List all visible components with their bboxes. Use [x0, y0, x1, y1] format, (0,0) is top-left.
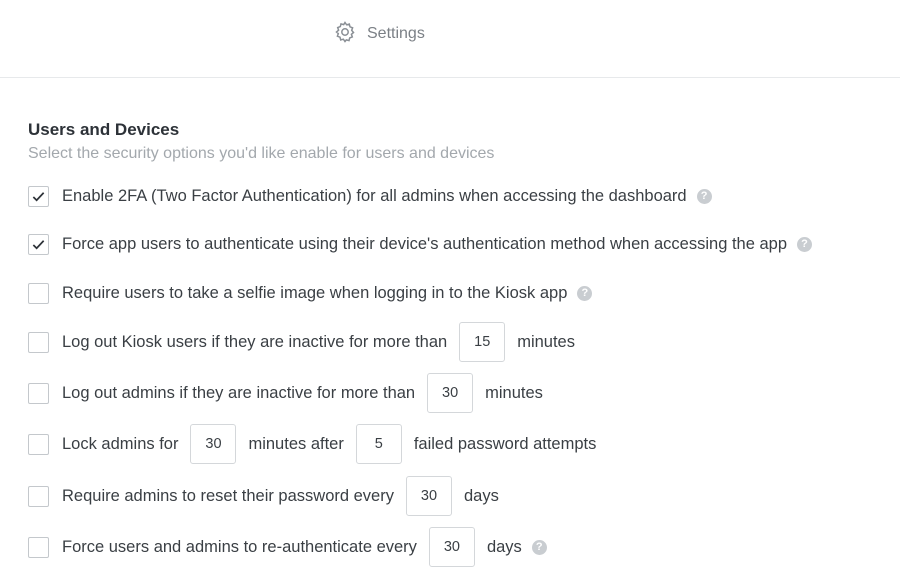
option-label-middle: minutes after — [248, 434, 344, 453]
option-label: Require admins to reset their password e… — [62, 486, 394, 505]
help-icon[interactable]: ? — [797, 236, 813, 252]
kiosk-inactive-minutes-input[interactable]: 15 — [459, 322, 506, 362]
option-kiosk-inactive-logout: Log out Kiosk users if they are inactive… — [28, 320, 575, 364]
help-icon[interactable]: ? — [696, 188, 712, 204]
option-unit: days — [486, 537, 522, 556]
header-title: Settings — [367, 25, 425, 42]
option-label: Force app users to authenticate using th… — [62, 234, 788, 253]
option-reauthenticate: Force users and admins to re-authenticat… — [28, 525, 547, 569]
option-password-reset: Require admins to reset their password e… — [28, 474, 499, 518]
option-unit: minutes — [517, 332, 575, 351]
section-title: Users and Devices — [28, 120, 180, 139]
option-device-auth: Force app users to authenticate using th… — [28, 222, 813, 266]
password-reset-days-input[interactable]: 30 — [405, 476, 452, 516]
lock-minutes-input[interactable]: 30 — [190, 424, 237, 464]
option-unit: days — [463, 486, 499, 505]
failed-attempts-input[interactable]: 5 — [355, 424, 402, 464]
checkbox-reauthenticate[interactable] — [28, 536, 49, 558]
option-label: Require users to take a selfie image whe… — [62, 283, 568, 302]
checkbox-kiosk-selfie[interactable] — [28, 282, 49, 304]
top-header: Settings — [0, 0, 900, 78]
admin-inactive-minutes-input[interactable]: 30 — [427, 373, 474, 413]
checkbox-kiosk-inactive-logout[interactable] — [28, 331, 49, 353]
checkmark-icon — [32, 191, 45, 201]
option-kiosk-selfie: Require users to take a selfie image whe… — [28, 271, 593, 315]
gear-icon — [333, 20, 357, 49]
option-label: Log out Kiosk users if they are inactive… — [62, 332, 448, 351]
option-unit: minutes — [485, 383, 543, 402]
option-lock-admins: Lock admins for 30 minutes after 5 faile… — [28, 422, 596, 466]
option-label: Enable 2FA (Two Factor Authentication) f… — [62, 186, 687, 205]
checkbox-enable-2fa[interactable] — [28, 185, 49, 207]
option-label: Log out admins if they are inactive for … — [62, 383, 416, 402]
checkbox-password-reset[interactable] — [28, 485, 49, 507]
help-icon[interactable]: ? — [577, 285, 593, 301]
reauthenticate-days-input[interactable]: 30 — [428, 527, 475, 567]
checkbox-device-auth[interactable] — [28, 233, 49, 255]
checkmark-icon — [32, 239, 45, 249]
option-admin-inactive-logout: Log out admins if they are inactive for … — [28, 371, 543, 415]
option-enable-2fa: Enable 2FA (Two Factor Authentication) f… — [28, 174, 712, 218]
checkbox-lock-admins[interactable] — [28, 433, 49, 455]
option-unit: failed password attempts — [413, 434, 597, 453]
option-label: Lock admins for — [62, 434, 179, 453]
section-subtitle: Select the security options you'd like e… — [28, 145, 495, 162]
help-icon[interactable]: ? — [531, 539, 547, 555]
settings-breadcrumb[interactable]: Settings — [333, 20, 425, 49]
checkbox-admin-inactive-logout[interactable] — [28, 382, 49, 404]
option-label: Force users and admins to re-authenticat… — [62, 537, 417, 556]
